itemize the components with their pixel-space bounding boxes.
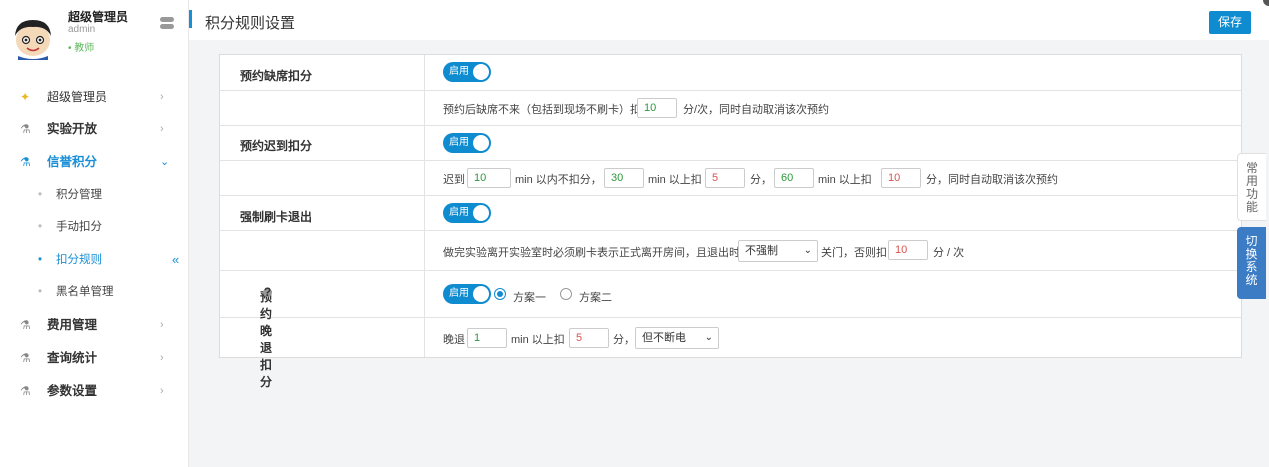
door-close-select[interactable]: 不强制 ⌄	[738, 240, 818, 262]
sidebar-item-lab-open[interactable]: ⚗ 实验开放 ›	[0, 114, 188, 144]
sidebar-item-label: 积分管理	[56, 189, 102, 201]
sidebar-subitem-blacklist[interactable]: • 黑名单管理	[0, 277, 188, 307]
rule-forced-card-row: 强制刷卡退出 启用	[220, 195, 1241, 231]
late-text: min 以上扣	[818, 174, 872, 186]
late-text: min 以上扣	[648, 174, 702, 186]
sidebar-item-superadmin[interactable]: ✦ 超级管理员 ›	[0, 82, 188, 112]
forced-card-points-input[interactable]: 10	[888, 240, 928, 260]
forced-card-enable-switch[interactable]: 启用	[443, 203, 491, 223]
sidebar-item-label: 黑名单管理	[56, 286, 114, 298]
rules-table: 预约缺席扣分 启用 预约后缺席不来（包括到现场不刷卡）扣 10 分/次，同时自动…	[219, 54, 1242, 389]
page-header: 积分规则设置 保存	[189, 0, 1269, 40]
sidebar-item-parameter-settings[interactable]: ⚗ 参数设置 ›	[0, 376, 188, 406]
sidebar-subitem-manual-deduction[interactable]: • 手动扣分	[0, 212, 188, 242]
chevron-down-icon: ⌄	[704, 332, 713, 343]
early-leave-enable-switch[interactable]: 启用	[443, 284, 491, 304]
absence-enable-switch[interactable]: 启用	[443, 62, 491, 82]
chevron-down-icon: ⌄	[160, 156, 170, 168]
late-deduct2-input[interactable]: 10	[881, 168, 921, 188]
forced-card-text: 分 / 次	[933, 247, 965, 259]
chevron-right-icon: ›	[160, 352, 164, 364]
chevron-down-icon: ⌄	[803, 245, 812, 256]
rule-early-leave-detail-row: 晚退 1 min 以上扣 5 分， 但不断电 ⌄	[220, 317, 1241, 357]
sidebar-item-label: 手动扣分	[56, 221, 102, 233]
sidebar-subitem-deduction-rules[interactable]: • 扣分规则 «	[0, 245, 188, 275]
rule-absence-detail-row: 预约后缺席不来（包括到现场不刷卡）扣 10 分/次，同时自动取消该次预约	[220, 90, 1241, 126]
sidebar: 超级管理员 admin • 教师 ✦ 超级管理员 › ⚗ 实验开放 › ⚗ 信誉…	[0, 0, 189, 467]
forced-card-text: 关门，否则扣	[821, 247, 887, 259]
user-account: admin	[68, 24, 96, 35]
page-title: 积分规则设置	[205, 15, 296, 32]
absence-text-suffix: 分/次，同时自动取消该次预约	[683, 104, 830, 116]
late-text: min 以内不扣分，	[515, 174, 602, 186]
early-leave-text: 分，	[613, 334, 635, 346]
sidebar-item-label: 超级管理员	[47, 90, 108, 104]
late-deduct1-input[interactable]: 5	[705, 168, 745, 188]
early-leave-points-input[interactable]: 5	[569, 328, 609, 348]
option1-radio[interactable]	[494, 288, 506, 300]
rule-label: 预约缺席扣分	[240, 69, 313, 83]
late-grace-input[interactable]: 10	[467, 168, 511, 188]
sidebar-item-label: 扣分规则	[56, 254, 102, 266]
rule-forced-card-detail-row: 做完实验离开实验室时必须刷卡表示正式离开房间，且退出时 不强制 ⌄ 关门，否则扣 …	[220, 230, 1241, 271]
early-leave-minutes-input[interactable]: 1	[467, 328, 507, 348]
sidebar-item-query-stats[interactable]: ⚗ 查询统计 ›	[0, 343, 188, 373]
late-text: 迟到	[443, 174, 465, 186]
collapse-sidebar-icon[interactable]: «	[172, 245, 179, 275]
chevron-right-icon: ›	[160, 123, 164, 135]
rule-late-detail-row: 迟到 10 min 以内不扣分， 30 min 以上扣 5 分， 60 min …	[220, 160, 1241, 196]
sidebar-item-fee-management[interactable]: ⚗ 费用管理 ›	[0, 310, 188, 340]
sidebar-item-credit-points[interactable]: ⚗ 信誉积分 ⌄	[0, 147, 188, 177]
late-text: 分，	[750, 174, 772, 186]
user-name: 超级管理员	[68, 10, 129, 24]
absence-text: 预约后缺席不来（包括到现场不刷卡）扣	[443, 104, 641, 116]
save-button[interactable]: 保存	[1209, 11, 1251, 34]
chevron-right-icon: ›	[160, 319, 164, 331]
flask-icon: ⚗	[20, 318, 31, 332]
rule-early-leave-row: 预约晚退扣分? 启用 方案一 方案二	[220, 270, 1241, 389]
flask-icon: ⚗	[20, 155, 31, 169]
sidebar-toggle-icon[interactable]	[160, 17, 175, 29]
option1-label[interactable]: 方案一	[513, 289, 546, 305]
sidebar-subitem-points-management[interactable]: • 积分管理	[0, 180, 188, 210]
chevron-right-icon: ›	[160, 385, 164, 397]
absence-points-input[interactable]: 10	[637, 98, 677, 118]
common-functions-tab[interactable]: 常用功能	[1237, 153, 1266, 221]
admin-icon: ✦	[20, 90, 31, 104]
sidebar-item-label: 实验开放	[47, 122, 98, 136]
flask-icon: ⚗	[20, 384, 31, 398]
late-threshold1-input[interactable]: 30	[604, 168, 644, 188]
user-profile: 超级管理员 admin • 教师	[0, 0, 188, 76]
rule-label: 强制刷卡退出	[240, 210, 313, 224]
title-accent-bar	[189, 10, 192, 28]
sidebar-item-label: 费用管理	[47, 318, 98, 332]
early-leave-text: 晚退	[443, 334, 465, 346]
late-text: 分，同时自动取消该次预约	[926, 174, 1058, 186]
flask-icon: ⚗	[20, 351, 31, 365]
rule-late-row: 预约迟到扣分 启用	[220, 125, 1241, 161]
early-leave-text: min 以上扣	[511, 334, 565, 346]
rule-absence-row: 预约缺席扣分 启用	[220, 55, 1241, 91]
switch-system-tab[interactable]: 切换系统	[1237, 227, 1266, 299]
late-enable-switch[interactable]: 启用	[443, 133, 491, 153]
avatar[interactable]	[10, 14, 56, 60]
forced-card-text: 做完实验离开实验室时必须刷卡表示正式离开房间，且退出时	[443, 247, 740, 259]
option2-radio[interactable]	[560, 288, 572, 300]
sidebar-item-label: 参数设置	[47, 384, 98, 398]
help-icon[interactable]: ?	[263, 286, 272, 298]
option2-label[interactable]: 方案二	[579, 289, 612, 305]
sidebar-item-label: 信誉积分	[47, 155, 98, 169]
user-role: • 教师	[68, 43, 95, 54]
rule-label: 预约迟到扣分	[240, 139, 313, 153]
late-threshold2-input[interactable]: 60	[774, 168, 814, 188]
flask-icon: ⚗	[20, 122, 31, 136]
power-option-select[interactable]: 但不断电 ⌄	[635, 327, 719, 349]
chevron-right-icon: ›	[160, 91, 164, 103]
sidebar-item-label: 查询统计	[47, 351, 98, 365]
